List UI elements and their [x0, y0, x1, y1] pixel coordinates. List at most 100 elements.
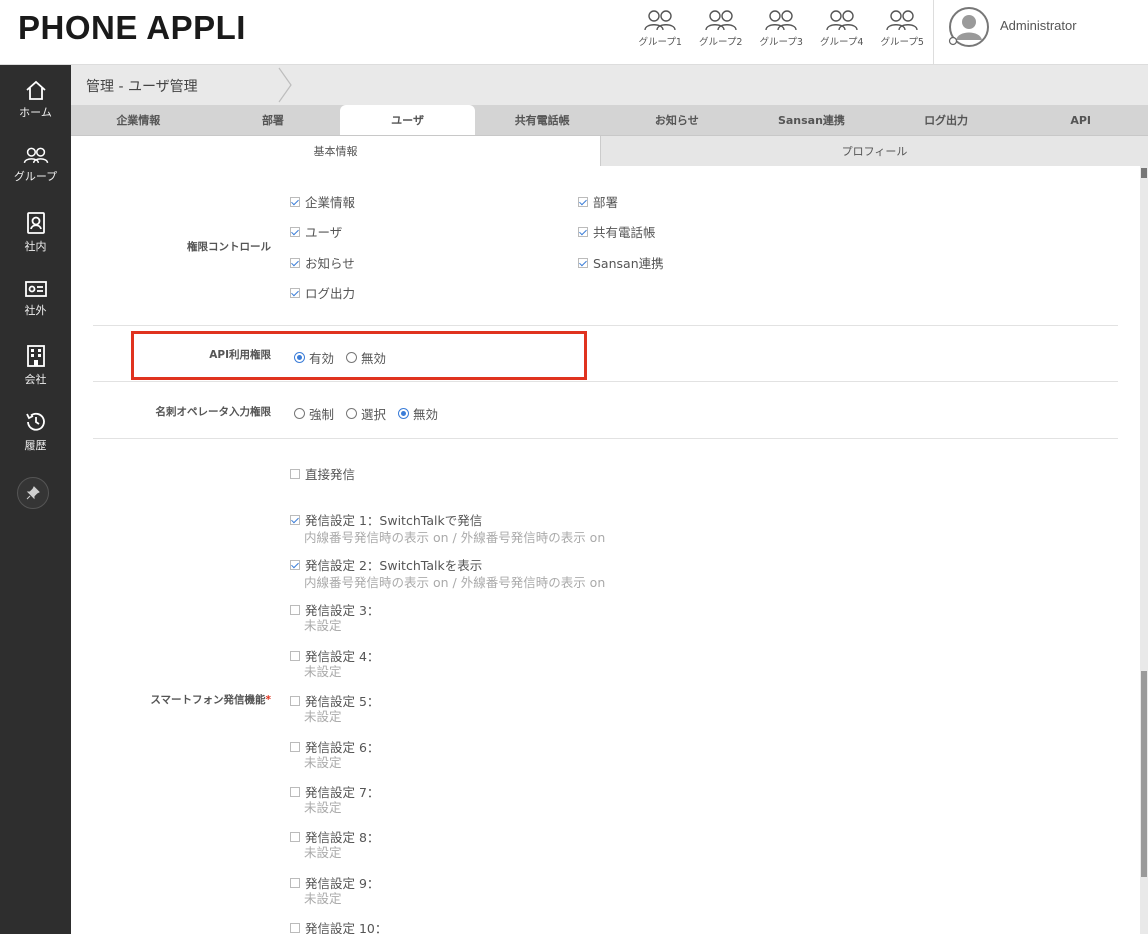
radio-dot[interactable]	[346, 352, 358, 363]
radio-api-disabled[interactable]: 無効	[346, 348, 386, 367]
breadcrumb-text: 管理 - ユーザ管理	[86, 79, 198, 95]
avatar[interactable]	[948, 6, 990, 48]
checkbox-box[interactable]	[290, 741, 300, 752]
sidebar-item-group[interactable]: グループ	[0, 147, 71, 184]
radio-label: 無効	[413, 407, 439, 422]
checkbox-box[interactable]	[290, 695, 300, 706]
checkbox-notice[interactable]: お知らせ	[290, 253, 355, 272]
scrollbar-top-marker	[1141, 168, 1147, 178]
sidebar-item-internal[interactable]: 社内	[0, 211, 71, 254]
checkbox-call-setting-10[interactable]: 発信設定 10：	[290, 918, 387, 934]
group-label: グループ4	[820, 37, 864, 48]
checkbox-company-info[interactable]: 企業情報	[290, 192, 355, 211]
tab-department[interactable]: 部署	[206, 105, 341, 135]
radio-label: 有効	[309, 351, 335, 366]
group-label: グループ1	[638, 37, 682, 48]
checkbox-label: 共有電話帳	[593, 225, 656, 240]
checkbox-box[interactable]	[290, 922, 300, 933]
checkbox-box[interactable]	[578, 226, 588, 237]
group-shortcut-1[interactable]: グループ1	[630, 10, 691, 48]
group-shortcut-3[interactable]: グループ3	[751, 10, 812, 48]
checkbox-box[interactable]	[290, 468, 300, 479]
radio-card-force[interactable]: 強制	[294, 404, 334, 423]
checkbox-log-output[interactable]: ログ出力	[290, 283, 355, 302]
call-setting-detail: 未設定	[304, 755, 342, 770]
external-contacts-icon	[24, 281, 47, 297]
radio-card-disabled[interactable]: 無効	[398, 404, 438, 423]
checkbox-label: ユーザ	[305, 225, 343, 240]
breadcrumb: 管理 - ユーザ管理	[71, 65, 1148, 105]
checkbox-department[interactable]: 部署	[578, 192, 618, 211]
tab-company-info[interactable]: 企業情報	[71, 105, 206, 135]
sidebar-item-external[interactable]: 社外	[0, 279, 71, 318]
checkbox-box[interactable]	[290, 786, 300, 797]
group-icon	[826, 10, 858, 31]
sidebar-item-label: 社外	[24, 304, 47, 317]
sidebar-item-history[interactable]: 履歴	[0, 410, 71, 453]
radio-card-select[interactable]: 選択	[346, 404, 386, 423]
tab-sansan[interactable]: Sansan連携	[744, 105, 879, 135]
radio-dot[interactable]	[294, 352, 305, 363]
checkbox-box[interactable]	[290, 877, 300, 888]
radio-dot[interactable]	[294, 408, 305, 419]
checkbox-box[interactable]	[290, 559, 300, 570]
group-shortcut-4[interactable]: グループ4	[812, 10, 873, 48]
checkbox-sansan[interactable]: Sansan連携	[578, 253, 664, 272]
tab-shared-phonebook[interactable]: 共有電話帳	[475, 105, 610, 135]
radio-dot[interactable]	[346, 408, 358, 419]
sidebar-item-label: 会社	[24, 373, 47, 386]
card-operator-radios: 強制 選択 無効	[294, 404, 450, 423]
tab-log-output[interactable]: ログ出力	[879, 105, 1014, 135]
scrollbar-thumb[interactable]	[1141, 671, 1147, 877]
checkbox-box[interactable]	[290, 604, 300, 615]
checkbox-user[interactable]: ユーザ	[290, 222, 342, 241]
app-logo: PHONE APPLI	[18, 9, 246, 46]
checkbox-box[interactable]	[578, 196, 588, 207]
pin-button[interactable]	[17, 477, 49, 509]
tab-api[interactable]: API	[1013, 105, 1148, 135]
checkbox-box[interactable]	[290, 257, 300, 268]
scrollbar[interactable]	[1140, 166, 1148, 934]
checkbox-box[interactable]	[290, 514, 300, 525]
header: PHONE APPLI グループ1 グループ2 グループ3 グループ4 グループ…	[0, 0, 1148, 65]
checkbox-box[interactable]	[290, 287, 300, 298]
divider	[93, 325, 1118, 326]
group-shortcut-2[interactable]: グループ2	[691, 10, 752, 48]
group-label: グループ3	[759, 37, 803, 48]
radio-dot[interactable]	[398, 408, 410, 419]
group-icon	[23, 147, 48, 164]
header-divider	[933, 0, 934, 64]
checkbox-label: 部署	[593, 195, 619, 210]
chevron-right-icon	[278, 67, 292, 103]
checkbox-label: ログ出力	[305, 286, 356, 301]
internal-contacts-icon	[26, 212, 45, 234]
checkbox-direct-call[interactable]: 直接発信	[290, 464, 355, 483]
company-icon	[26, 345, 45, 367]
checkbox-box[interactable]	[290, 196, 300, 207]
checkbox-label: 直接発信	[305, 467, 356, 482]
checkbox-shared-phonebook[interactable]: 共有電話帳	[578, 222, 656, 241]
user-avatar-icon	[948, 7, 989, 47]
permission-control-label: 権限コントロール	[187, 241, 271, 253]
checkbox-label: 発信設定 10：	[305, 921, 388, 934]
tab-user[interactable]: ユーザ	[340, 105, 475, 135]
user-name[interactable]: Administrator	[1000, 18, 1077, 33]
subtab-profile[interactable]: プロフィール	[600, 136, 1148, 166]
checkbox-box[interactable]	[290, 650, 300, 661]
group-label: グループ5	[880, 37, 924, 48]
sidebar-item-label: ホーム	[19, 106, 52, 119]
tab-notice[interactable]: お知らせ	[610, 105, 745, 135]
checkbox-box[interactable]	[290, 226, 300, 237]
radio-label: 無効	[361, 351, 387, 366]
radio-api-enabled[interactable]: 有効	[294, 348, 334, 367]
checkbox-label: お知らせ	[305, 256, 355, 271]
group-shortcut-5[interactable]: グループ5	[872, 10, 933, 48]
subtab-basic-info[interactable]: 基本情報	[71, 136, 600, 166]
card-operator-label: 名刺オペレータ入力権限	[155, 406, 272, 418]
sidebar-item-home[interactable]: ホーム	[0, 79, 71, 120]
checkbox-box[interactable]	[290, 831, 300, 842]
smartphone-call-label: スマートフォン発信機能*	[150, 694, 271, 706]
sidebar-item-company[interactable]: 会社	[0, 344, 71, 387]
checkbox-label: Sansan連携	[593, 256, 664, 271]
checkbox-box[interactable]	[578, 257, 588, 268]
